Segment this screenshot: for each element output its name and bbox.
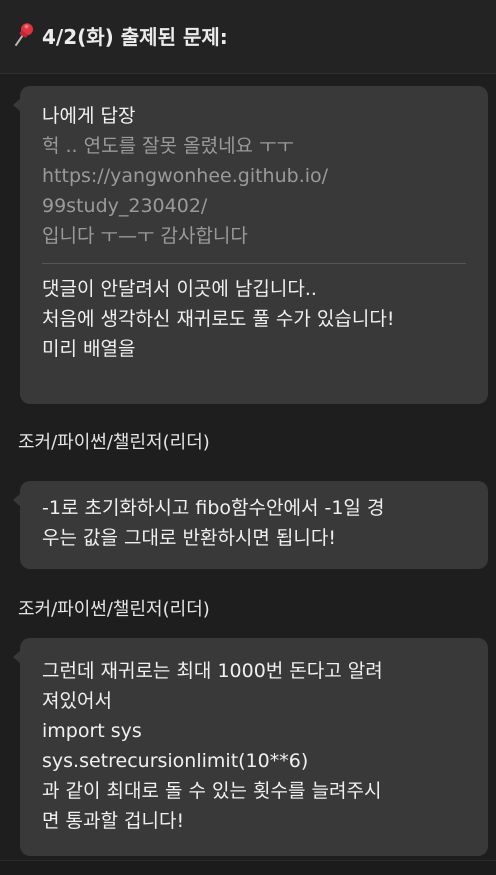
message-text-line: 미리 배열을 [42, 338, 136, 360]
sender-name[interactable]: 조커/파이썬/챌린저(리더) [18, 428, 210, 454]
pinned-notice[interactable]: 4/2(화) 출제된 문제: [8, 20, 228, 50]
message-text-line: 우는 값을 그대로 반환하시면 됩니다! [42, 527, 336, 549]
message-text-line: -1로 초기화하시고 fibo함수안에서 -1일 경 [42, 497, 385, 519]
message-bubble[interactable]: -1로 초기화하시고 fibo함수안에서 -1일 경 우는 값을 그대로 반환하… [13, 481, 488, 569]
bottom-bar [0, 860, 496, 875]
message-text-line: 처음에 생각하신 재귀로도 풀 수가 있습니다! [42, 308, 395, 330]
message-text-line: 과 같이 최대로 돌 수 있는 횟수를 늘려주시 [42, 780, 382, 802]
message-text-line: sys.setrecursionlimit(10**6) [42, 750, 309, 772]
message-bubble[interactable]: 그런데 재귀로는 최대 1000번 돈다고 알려 져있어서 import sys… [13, 638, 488, 856]
quoted-text-line: 헉 .. 연도를 잘못 올렸네요 ㅜㅜ [42, 135, 295, 157]
message-text-line: 져있어서 [42, 690, 112, 712]
quoted-link-line[interactable]: 99study_230402/ [42, 191, 466, 221]
message-bubble[interactable]: 나에게 답장 헉 .. 연도를 잘못 올렸네요 ㅜㅜ https://yangw… [13, 86, 488, 404]
reply-label: 나에게 답장 [42, 105, 136, 127]
reply-divider [42, 263, 466, 264]
pushpin-icon [8, 20, 38, 50]
chat-header: 4/2(화) 출제된 문제: [0, 0, 496, 74]
message-text-line: 그런데 재귀로는 최대 1000번 돈다고 알려 [42, 660, 383, 682]
message-text-line: import sys [42, 720, 142, 742]
message-text-line: 면 통과할 겁니다! [42, 810, 185, 832]
message-text-line: 댓글이 안달려서 이곳에 남깁니다.. [42, 278, 317, 300]
pinned-title: 4/2(화) 출제된 문제: [42, 24, 228, 49]
sender-name[interactable]: 조커/파이썬/챌린저(리더) [18, 595, 210, 621]
quoted-link-line[interactable]: https://yangwonhee.github.io/ [42, 161, 466, 191]
quoted-text-line: 입니다 ㅜ—ㅜ 감사합니다 [42, 225, 248, 247]
